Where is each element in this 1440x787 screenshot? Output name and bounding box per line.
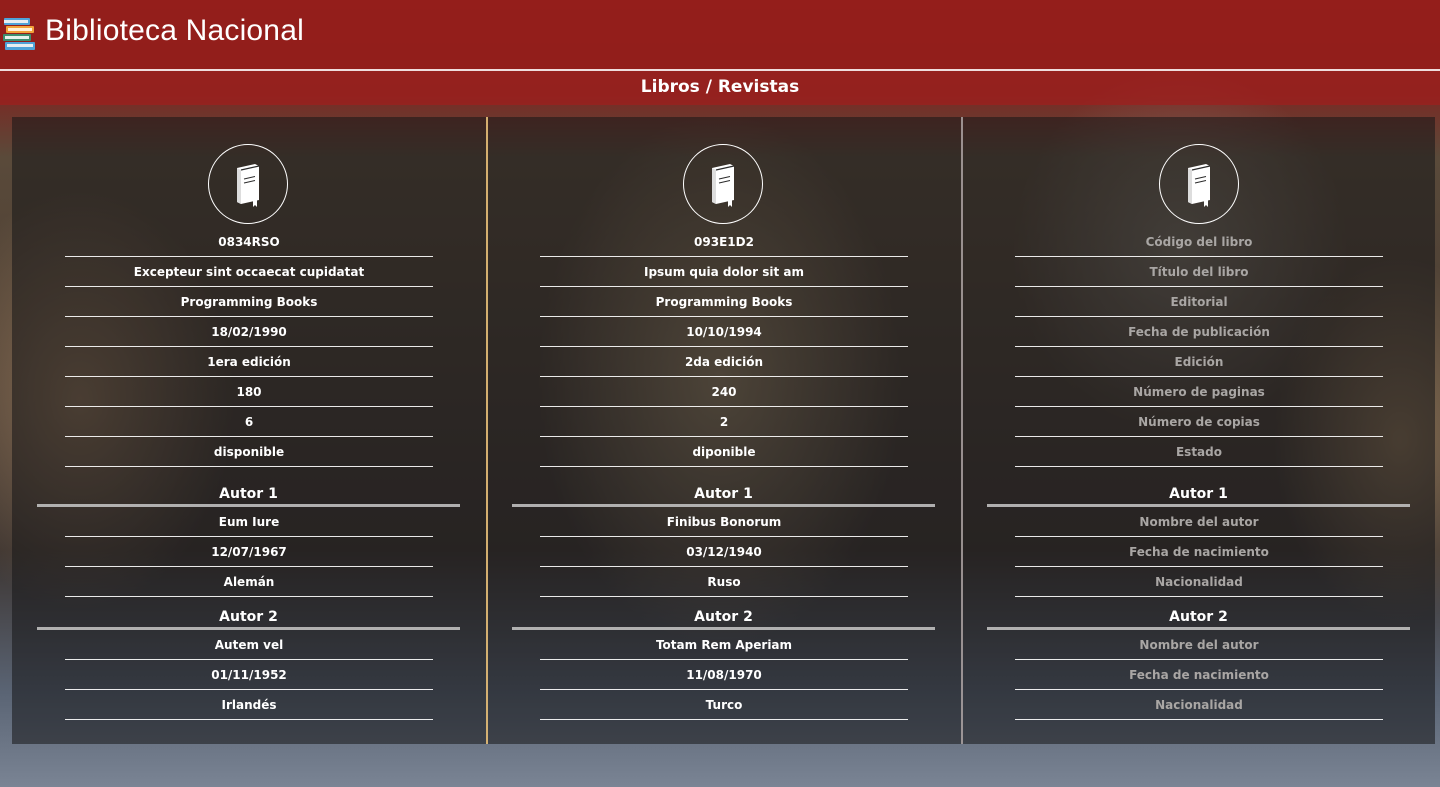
- field-edition: Edición: [1015, 347, 1383, 377]
- field-author-nationality: Nacionalidad: [1015, 690, 1383, 720]
- field-publisher: Programming Books: [540, 287, 908, 317]
- field-book-code: 093E1D2: [540, 227, 908, 257]
- app-header: Biblioteca Nacional: [0, 0, 1440, 71]
- field-book-title: Excepteur sint occaecat cupidatat: [65, 257, 433, 287]
- field-author-name: Finibus Bonorum: [540, 507, 908, 537]
- field-author-nationality: Alemán: [65, 567, 433, 597]
- field-author-name: Eum Iure: [65, 507, 433, 537]
- field-author-name: Autem vel: [65, 630, 433, 660]
- field-publication-date: Fecha de publicación: [1015, 317, 1383, 347]
- book-icon: [237, 164, 260, 207]
- stacked-books-icon: [3, 18, 35, 50]
- field-author-birthdate: Fecha de nacimiento: [1015, 537, 1383, 567]
- field-copy-count: Número de copias: [1015, 407, 1383, 437]
- field-edition: 1era edición: [65, 347, 433, 377]
- author-1-heading: Autor 1: [37, 480, 460, 507]
- field-copy-count: 2: [540, 407, 908, 437]
- book-icon: [1188, 164, 1211, 207]
- book-icon-circle: [1159, 144, 1239, 224]
- book-card-placeholder: Código del libro Título del libro Editor…: [963, 117, 1435, 744]
- field-status: Estado: [1015, 437, 1383, 467]
- field-author-name: Totam Rem Aperiam: [540, 630, 908, 660]
- section-title: Libros / Revistas: [640, 77, 800, 97]
- books-panel: 0834RSO Excepteur sint occaecat cupidata…: [12, 117, 1435, 744]
- field-copy-count: 6: [65, 407, 433, 437]
- author-1-heading: Autor 1: [987, 480, 1410, 507]
- field-author-name: Nombre del autor: [1015, 507, 1383, 537]
- field-book-code: 0834RSO: [65, 227, 433, 257]
- book-icon-circle: [683, 144, 763, 224]
- book-icon: [712, 164, 735, 207]
- field-author-birthdate: 11/08/1970: [540, 660, 908, 690]
- section-bar: Libros / Revistas: [0, 71, 1440, 105]
- field-author-nationality: Irlandés: [65, 690, 433, 720]
- book-card: 0834RSO Excepteur sint occaecat cupidata…: [12, 117, 488, 744]
- field-author-birthdate: 03/12/1940: [540, 537, 908, 567]
- field-edition: 2da edición: [540, 347, 908, 377]
- app-title: Biblioteca Nacional: [45, 14, 304, 47]
- field-author-birthdate: 01/11/1952: [65, 660, 433, 690]
- field-author-name: Nombre del autor: [1015, 630, 1383, 660]
- field-publication-date: 18/02/1990: [65, 317, 433, 347]
- field-author-birthdate: Fecha de nacimiento: [1015, 660, 1383, 690]
- field-author-nationality: Turco: [540, 690, 908, 720]
- field-publication-date: 10/10/1994: [540, 317, 908, 347]
- field-book-title: Ipsum quia dolor sit am: [540, 257, 908, 287]
- field-page-count: Número de paginas: [1015, 377, 1383, 407]
- field-page-count: 240: [540, 377, 908, 407]
- field-book-title: Título del libro: [1015, 257, 1383, 287]
- field-author-nationality: Ruso: [540, 567, 908, 597]
- author-2-heading: Autor 2: [37, 603, 460, 630]
- field-status: disponible: [65, 437, 433, 467]
- field-publisher: Programming Books: [65, 287, 433, 317]
- author-2-heading: Autor 2: [987, 603, 1410, 630]
- book-icon-circle: [208, 144, 288, 224]
- author-1-heading: Autor 1: [512, 480, 935, 507]
- field-book-code: Código del libro: [1015, 227, 1383, 257]
- field-author-birthdate: 12/07/1967: [65, 537, 433, 567]
- author-2-heading: Autor 2: [512, 603, 935, 630]
- field-publisher: Editorial: [1015, 287, 1383, 317]
- field-author-nationality: Nacionalidad: [1015, 567, 1383, 597]
- field-page-count: 180: [65, 377, 433, 407]
- field-status: diponible: [540, 437, 908, 467]
- book-card: 093E1D2 Ipsum quia dolor sit am Programm…: [487, 117, 963, 744]
